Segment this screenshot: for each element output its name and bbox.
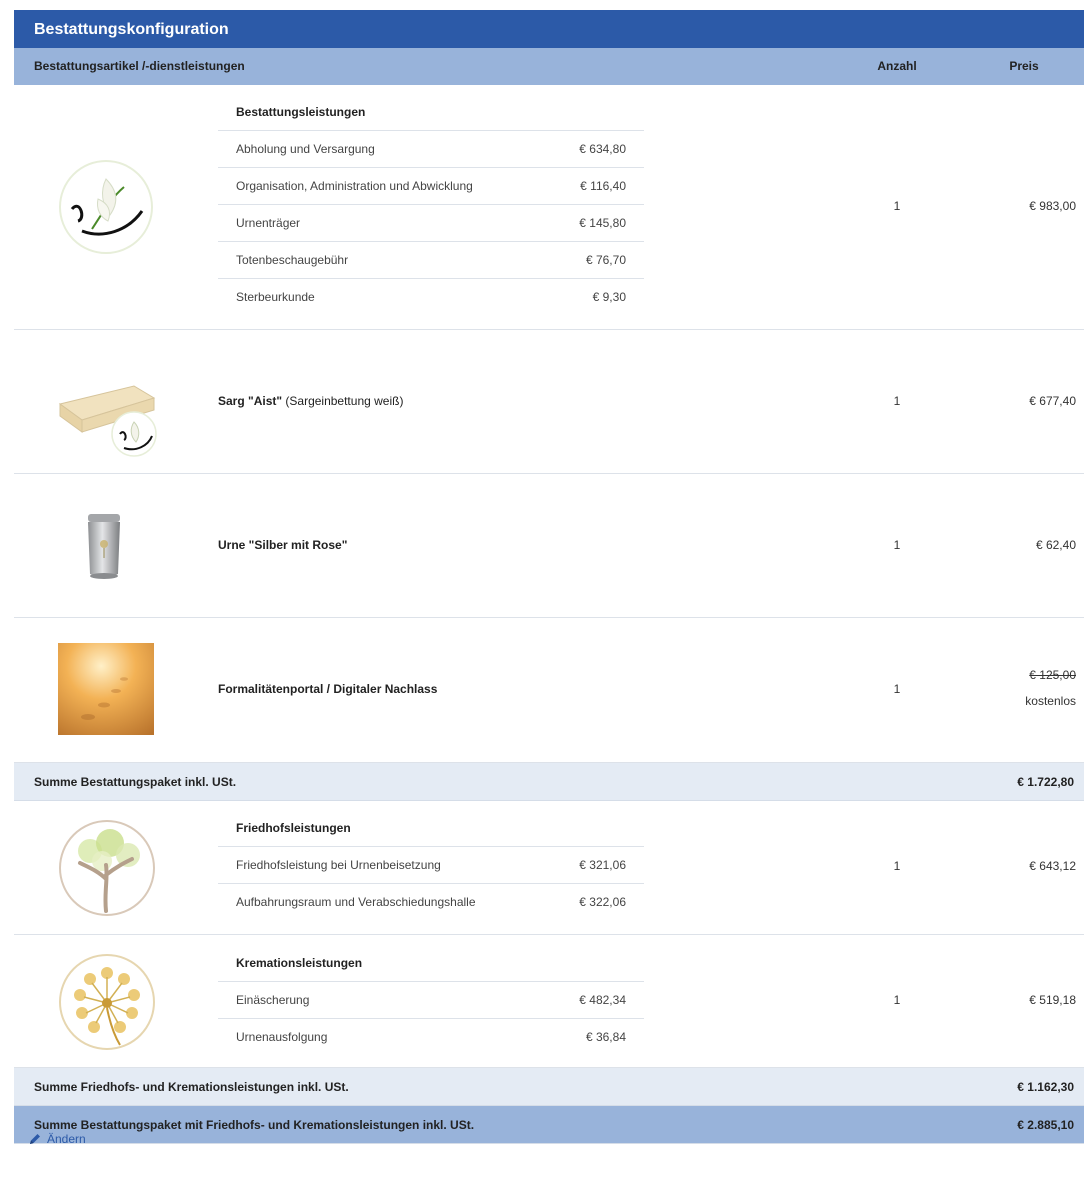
quantity: 1 — [893, 682, 901, 696]
price: € 643,12 — [1029, 859, 1076, 873]
table-header: Bestattungsartikel /-dienstleistungen An… — [14, 48, 1084, 85]
dandelion-logo-image — [58, 953, 156, 1051]
line-amount: € 482,34 — [579, 993, 626, 1007]
table-row-services: Bestattungsleistungen Abholung und Versa… — [14, 85, 1084, 330]
list-item: Abholung und Versargung € 634,80 — [218, 131, 644, 168]
quantity: 1 — [893, 538, 901, 552]
calla-logo-image — [58, 159, 154, 255]
cremation-title: Kremationsleistungen — [218, 945, 644, 982]
header-qty: Anzahl — [877, 59, 917, 73]
line-label: Aufbahrungsraum und Verabschiedungshalle — [236, 895, 476, 909]
portal-name: Formalitätenportal / Digitaler Nachlass — [218, 682, 438, 696]
line-label: Friedhofsleistung bei Urnenbeisetzung — [236, 858, 441, 872]
page: Bestattungskonfiguration Bestattungsarti… — [0, 0, 1084, 1184]
table-row-urn: Urne "Silber mit Rose" 1 € 62,40 — [14, 474, 1084, 618]
table-row-coffin: Sarg "Aist" (Sargeinbettung weiß) 1 € 67… — [14, 330, 1084, 474]
table-row-cemetery: Friedhofsleistungen Friedhofsleistung be… — [14, 801, 1084, 935]
line-label: Urnenträger — [236, 216, 301, 230]
line-amount: € 9,30 — [592, 290, 626, 304]
summary-value: € 1.162,30 — [1017, 1080, 1074, 1094]
line-amount: € 145,80 — [579, 216, 626, 230]
tree-logo-image — [58, 819, 156, 917]
line-amount: € 116,40 — [580, 179, 626, 193]
urn-image — [82, 510, 126, 584]
old-price: € 125,00 — [1029, 668, 1076, 682]
list-item: Friedhofsleistung bei Urnenbeisetzung € 3… — [218, 847, 644, 884]
summary-value: € 1.722,80 — [1017, 775, 1074, 789]
configuration-panel: Bestattungskonfiguration Bestattungsarti… — [14, 10, 1084, 1144]
list-item: Urnenträger € 145,80 — [218, 205, 644, 242]
line-label: Organisation, Administration und Abwickl… — [236, 179, 473, 193]
line-amount: € 634,80 — [579, 142, 626, 156]
list-item: Urnenausfolgung € 36,84 — [218, 1019, 644, 1056]
price: € 519,18 — [1029, 993, 1076, 1007]
services-title: Bestattungsleistungen — [218, 94, 644, 131]
summary-row-cemetery: Summe Friedhofs- und Kremationsleistunge… — [14, 1068, 1084, 1106]
list-item: Sterbeurkunde € 9,30 — [218, 279, 644, 316]
cremation-breakdown: Kremationsleistungen Einäscherung € 482,3… — [218, 945, 644, 1056]
coffin-detail: (Sargeinbettung weiß) — [282, 394, 404, 408]
summary-label: Summe Bestattungspaket inkl. USt. — [34, 775, 237, 789]
coffin-title: Sarg "Aist" — [218, 394, 283, 408]
price-free: kostenlos — [1025, 694, 1076, 708]
quantity: 1 — [893, 993, 901, 1007]
list-item: Organisation, Administration und Abwickl… — [218, 168, 644, 205]
table-row-portal: Formalitätenportal / Digitaler Nachlass … — [14, 618, 1084, 763]
line-label: Abholung und Versargung — [236, 142, 375, 156]
panel-title: Bestattungskonfiguration — [14, 10, 1084, 48]
summary-row-package: Summe Bestattungspaket inkl. USt. € 1.72… — [14, 763, 1084, 801]
header-item: Bestattungsartikel /-dienstleistungen — [34, 59, 245, 73]
price: € 677,40 — [1029, 394, 1076, 408]
pencil-icon — [30, 1134, 40, 1144]
summary-label: Summe Bestattungspaket mit Friedhofs- un… — [34, 1118, 475, 1132]
price: € 983,00 — [1029, 199, 1076, 213]
quantity: 1 — [893, 394, 901, 408]
coffin-name: Sarg "Aist" (Sargeinbettung weiß) — [218, 394, 403, 408]
line-label: Einäscherung — [236, 993, 310, 1007]
coffin-image — [54, 368, 164, 458]
line-label: Sterbeurkunde — [236, 290, 315, 304]
summary-row-total: Summe Bestattungspaket mit Friedhofs- un… — [14, 1106, 1084, 1144]
list-item: Einäscherung € 482,34 — [218, 982, 644, 1019]
edit-link[interactable]: Ändern — [28, 1132, 86, 1146]
table-row-cremation: Kremationsleistungen Einäscherung € 482,3… — [14, 935, 1084, 1068]
line-amount: € 36,84 — [585, 1030, 626, 1044]
sand-footprints-image — [58, 643, 154, 735]
summary-value: € 2.885,10 — [1017, 1118, 1074, 1132]
line-label: Urnenausfolgung — [236, 1030, 328, 1044]
list-item: Totenbeschaugebühr € 76,70 — [218, 242, 644, 279]
edit-label: Ändern — [47, 1132, 86, 1146]
line-amount: € 76,70 — [585, 253, 626, 267]
header-price: Preis — [1009, 59, 1039, 73]
line-amount: € 322,06 — [579, 895, 626, 909]
line-label: Totenbeschaugebühr — [236, 253, 349, 267]
summary-label: Summe Friedhofs- und Kremationsleistunge… — [34, 1080, 349, 1094]
urn-name: Urne "Silber mit Rose" — [218, 538, 348, 552]
line-amount: € 321,06 — [579, 858, 626, 872]
quantity: 1 — [893, 859, 901, 873]
cemetery-breakdown: Friedhofsleistungen Friedhofsleistung be… — [218, 810, 644, 921]
price: € 62,40 — [1035, 538, 1076, 552]
list-item: Aufbahrungsraum und Verabschiedungshalle… — [218, 884, 644, 921]
cemetery-title: Friedhofsleistungen — [218, 810, 644, 847]
services-breakdown: Bestattungsleistungen Abholung und Versa… — [218, 94, 644, 316]
quantity: 1 — [893, 199, 901, 213]
